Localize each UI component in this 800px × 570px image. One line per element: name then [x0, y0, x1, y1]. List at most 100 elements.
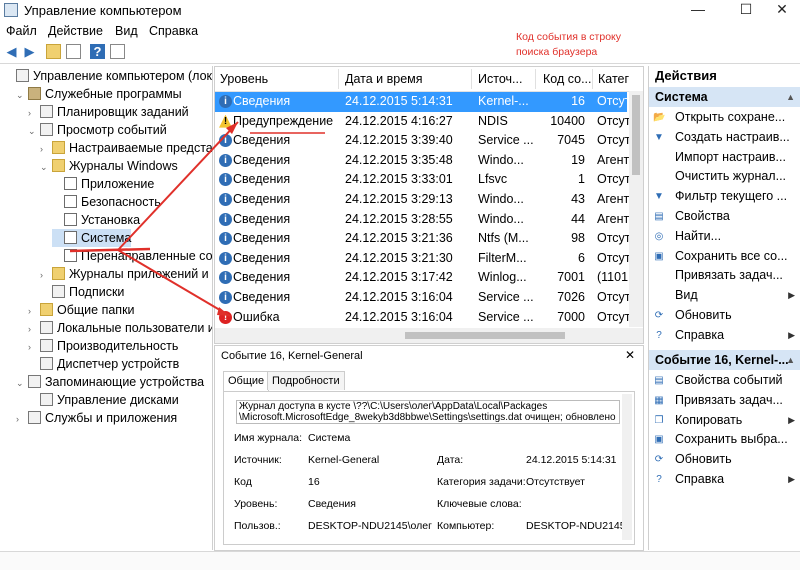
event-date-cell: 24.12.2015 3:16:04 [345, 309, 453, 324]
expand-arrow-icon[interactable]: › [28, 302, 40, 320]
tree-item[interactable]: Перенаправленные со [52, 247, 212, 265]
menu-action[interactable]: Действие [48, 24, 103, 38]
action-item[interactable]: ❐ Копировать ▶ [649, 411, 800, 431]
tab-details[interactable]: Подробности [267, 371, 345, 390]
expand-arrow-icon[interactable]: › [16, 410, 28, 428]
event-row[interactable]: i Сведения 24.12.2015 3:17:42 Winlog... 7001… [215, 268, 628, 288]
action-item[interactable]: ? Справка ▶ [649, 326, 800, 346]
action-item[interactable]: ▤ Свойства событий [649, 371, 800, 391]
action-item[interactable]: ◎ Найти... [649, 227, 800, 247]
event-list-vertical-scrollbar[interactable] [629, 91, 643, 327]
event-row[interactable]: i Сведения 24.12.2015 3:39:40 Service ... 70… [215, 131, 631, 151]
event-row[interactable]: i Сведения 24.12.2015 3:21:30 FilterM... 6 От… [215, 249, 631, 269]
action-item[interactable]: Импорт настраив... [649, 148, 800, 168]
action-item[interactable]: ⟳ Обновить [649, 306, 800, 326]
tree-item[interactable]: › Журналы приложений и [40, 265, 209, 283]
menu-file[interactable]: Файл [6, 24, 37, 38]
action-item[interactable]: ▣ Сохранить выбра... [649, 430, 800, 450]
event-description[interactable]: Журнал доступа в кусте \??\C:\Users\олег… [236, 400, 620, 424]
expand-arrow-icon[interactable]: › [28, 104, 40, 122]
event-row[interactable]: i Сведения 24.12.2015 3:33:01 Lfsvc 1 Отсут [215, 170, 631, 190]
tree-item[interactable]: Диспетчер устройств [28, 355, 179, 373]
tree-item[interactable]: › Службы и приложения [16, 409, 177, 427]
tree-item[interactable]: › Планировщик заданий [28, 103, 189, 121]
tree-item[interactable]: ⌄ Просмотр событий [28, 121, 167, 139]
collapse-icon[interactable]: ▲ [786, 350, 795, 370]
expand-arrow-icon[interactable]: › [28, 320, 40, 338]
event-list-horizontal-scrollbar[interactable] [215, 328, 643, 343]
event-row[interactable]: i Сведения 24.12.2015 3:29:13 Windo... 43 Аге… [215, 190, 629, 210]
actions-section-system[interactable]: Система ▲ [649, 87, 800, 107]
event-code-cell: 16 [571, 94, 585, 108]
event-cat-cell: Отсут [597, 290, 631, 304]
tree-item[interactable]: ⌄ Служебные программы [16, 85, 182, 103]
event-row[interactable]: i Сведения 24.12.2015 3:21:36 Ntfs (M... 98 О… [215, 229, 631, 249]
show-action-pane-icon[interactable] [110, 44, 125, 59]
event-row[interactable]: i Сведения 24.12.2015 5:14:31 Kernel-... 16 О… [215, 92, 631, 112]
tree-item[interactable]: Установка [52, 211, 140, 229]
action-item[interactable]: 📂 Открыть сохране... [649, 108, 800, 128]
tree-item[interactable]: › Производительность [28, 337, 178, 355]
close-detail-icon[interactable]: ✕ [625, 348, 635, 362]
column-category[interactable]: Катег [598, 72, 629, 86]
tree-item[interactable]: Безопасность [52, 193, 161, 211]
event-row[interactable]: ! Предупреждение 24.12.2015 4:16:27 NDIS 104… [215, 112, 631, 132]
tree-item[interactable]: ⌄ Запоминающие устройства [16, 373, 204, 391]
action-item[interactable]: ▦ Привязать задач... [649, 391, 800, 411]
expand-arrow-icon[interactable]: › [40, 140, 52, 158]
event-source-cell: FilterM... [478, 250, 527, 265]
window-title: Управление компьютером [24, 3, 182, 18]
forward-icon[interactable]: ▶ [22, 44, 37, 59]
expand-arrow-icon[interactable]: ⌄ [28, 122, 40, 140]
action-item[interactable]: ▣ Сохранить все со... [649, 247, 800, 267]
expand-arrow-icon[interactable]: › [28, 338, 40, 356]
expand-arrow-icon[interactable]: ⌄ [16, 374, 28, 392]
action-item[interactable]: Вид ▶ [649, 286, 800, 306]
action-item[interactable]: Привязать задач... [649, 266, 800, 286]
action-item[interactable]: Очистить журнал... [649, 167, 800, 187]
tree-item[interactable]: › Общие папки [28, 301, 135, 319]
column-source[interactable]: Источ... [478, 72, 522, 86]
back-icon[interactable]: ◀ [4, 44, 19, 59]
minimize-button[interactable]: — [678, 0, 718, 20]
column-event-id[interactable]: Код со... [543, 72, 592, 86]
tree-item[interactable]: › Локальные пользователи и [28, 319, 212, 338]
action-item[interactable]: ▼ Фильтр текущего ... [649, 187, 800, 207]
up-folder-icon[interactable] [46, 44, 61, 59]
expand-arrow-icon[interactable]: › [40, 266, 52, 284]
event-row[interactable]: ! Ошибка 24.12.2015 3:16:04 Service ... 7000… [215, 308, 631, 328]
event-row[interactable]: i Сведения 24.12.2015 3:16:04 Service ... 70… [215, 288, 631, 308]
tree-item[interactable]: Управление компьютером (локал [4, 67, 212, 85]
action-item[interactable]: ▼ Создать настраив... [649, 128, 800, 148]
action-item[interactable]: ? Справка ▶ [649, 470, 800, 490]
collapse-icon[interactable]: ▲ [786, 87, 795, 107]
action-item[interactable]: ⟳ Обновить [649, 450, 800, 470]
show-tree-icon[interactable] [66, 44, 81, 59]
expand-arrow-icon[interactable]: ⌄ [16, 86, 28, 104]
level-value: Сведения [308, 498, 356, 510]
tree-item[interactable]: ⌄ Журналы Windows [40, 157, 178, 175]
menu-help[interactable]: Справка [149, 24, 198, 38]
event-row[interactable]: i Сведения 24.12.2015 3:28:55 Windo... 44 Аге… [215, 210, 629, 230]
event-row[interactable]: i Сведения 24.12.2015 3:35:48 Windo... 19 Аге… [215, 151, 629, 171]
column-level[interactable]: Уровень [220, 72, 268, 86]
task-icon: ▦ [654, 394, 664, 406]
actions-section-event[interactable]: Событие 16, Kernel-... ▲ [649, 350, 800, 370]
computer-label: Компьютер: [437, 520, 495, 532]
tree-item[interactable]: Управление дисками [28, 391, 179, 409]
help-icon[interactable]: ? [90, 44, 105, 59]
column-date[interactable]: Дата и время [345, 72, 423, 86]
action-item[interactable]: ▤ Свойства [649, 207, 800, 227]
expand-arrow-icon[interactable]: ⌄ [40, 158, 52, 176]
maximize-button[interactable]: ☐ [726, 0, 766, 20]
submenu-arrow-icon: ▶ [788, 474, 795, 484]
tree-item[interactable]: Система [52, 229, 132, 247]
tree-item[interactable]: Приложение [52, 175, 154, 193]
tree-item[interactable]: Подписки [40, 283, 124, 301]
tab-general[interactable]: Общие [223, 371, 270, 391]
detail-scrollbar[interactable] [622, 394, 632, 540]
menu-view[interactable]: Вид [115, 24, 138, 38]
close-button[interactable]: ✕ [762, 0, 800, 20]
action-item-label: Справка [675, 472, 725, 486]
tree-item[interactable]: › Настраиваемые представ [40, 139, 212, 158]
